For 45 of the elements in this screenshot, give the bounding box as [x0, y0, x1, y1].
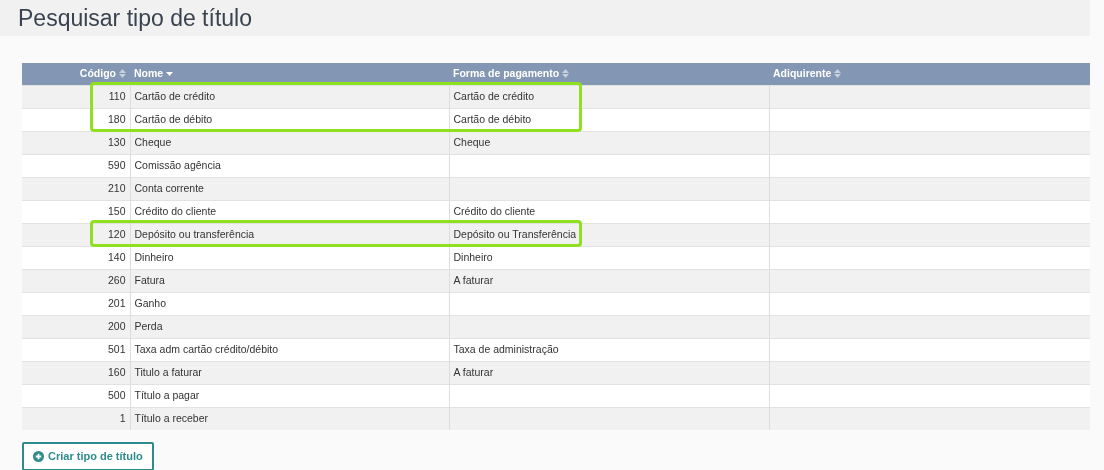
page-title: Pesquisar tipo de título: [18, 4, 253, 32]
payment-cell: Crédito do cliente: [453, 204, 536, 217]
payment-cell: Cheque: [453, 135, 491, 148]
name-cell: Fatura: [134, 273, 165, 286]
payment-cell: A faturar: [453, 365, 494, 378]
code-cell: 140: [107, 250, 126, 263]
payment-cell: Cartão de crédito: [453, 89, 535, 102]
name-cell: Perda: [134, 319, 163, 332]
name-cell: Titulo a faturar: [134, 365, 202, 378]
name-cell: Comissão agência: [134, 158, 221, 171]
code-cell: 120: [107, 227, 126, 240]
column-header[interactable]: Adiquirente: [773, 66, 832, 79]
name-cell: Ganho: [134, 296, 167, 309]
name-cell: Taxa adm cartão crédito/débito: [134, 342, 279, 355]
create-button[interactable]: Criar tipo de título: [22, 442, 154, 470]
payment-cell: Depósito ou Transferência: [453, 227, 577, 240]
name-cell: Depósito ou transferência: [134, 227, 255, 240]
name-cell: Cartão de débito: [134, 112, 213, 125]
payment-cell: A faturar: [453, 273, 494, 286]
name-cell: Conta corrente: [134, 181, 204, 194]
payment-cell: Taxa de administração: [453, 342, 559, 355]
code-cell: 180: [107, 112, 126, 125]
code-cell: 210: [107, 181, 126, 194]
name-cell: Cheque: [134, 135, 172, 148]
code-cell: 150: [107, 204, 126, 217]
plus-circle-icon: [33, 450, 44, 462]
code-cell: 590: [107, 158, 126, 171]
code-cell: 500: [107, 388, 126, 401]
name-cell: Título a receber: [134, 411, 209, 424]
name-cell: Título a pagar: [134, 388, 200, 401]
code-cell: 501: [107, 342, 126, 355]
name-cell: Dinheiro: [134, 250, 174, 263]
column-header[interactable]: Forma de pagamento: [453, 66, 560, 79]
column-header[interactable]: Nome: [134, 66, 164, 79]
code-cell: 201: [107, 296, 126, 309]
name-cell: Crédito do cliente: [134, 204, 217, 217]
code-cell: 130: [107, 135, 126, 148]
code-cell: 260: [107, 273, 126, 286]
code-cell: 1: [119, 411, 126, 424]
code-cell: 160: [107, 365, 126, 378]
code-cell: 200: [107, 319, 126, 332]
payment-cell: Dinheiro: [453, 250, 493, 263]
name-cell: Cartão de crédito: [134, 89, 216, 102]
code-cell: 110: [108, 89, 126, 102]
payment-cell: Cartão de débito: [453, 112, 532, 125]
